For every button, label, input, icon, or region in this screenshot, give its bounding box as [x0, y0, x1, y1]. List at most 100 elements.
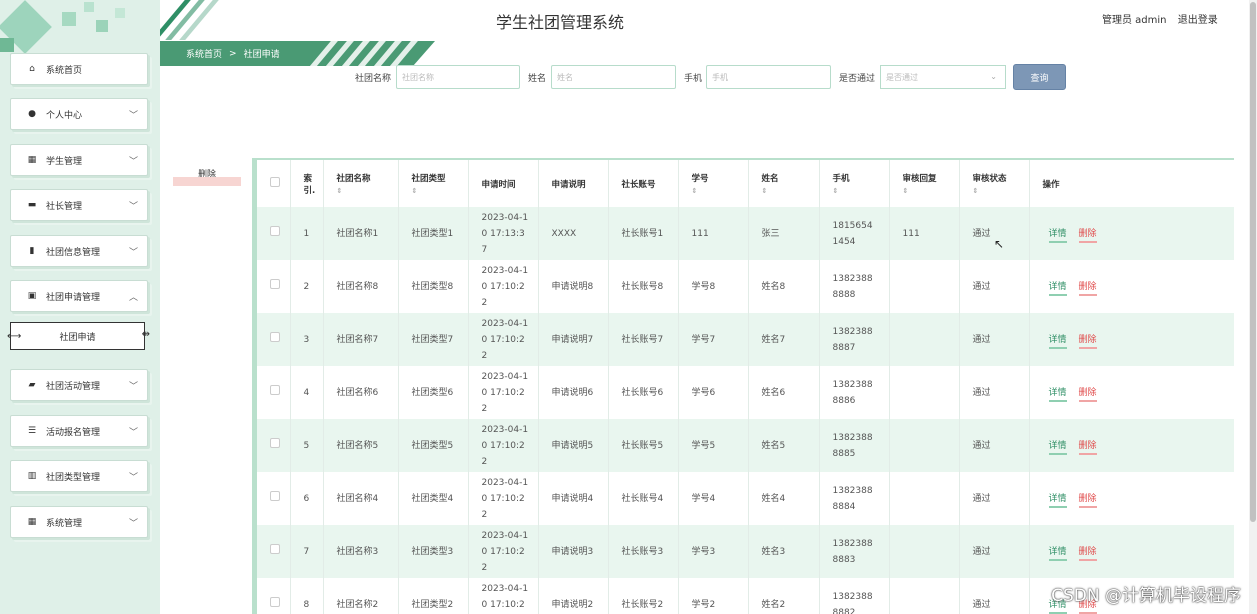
delete-link[interactable]: 删除 [1078, 334, 1097, 349]
breadcrumb-home[interactable]: 系统首页 [186, 47, 222, 60]
sort-icon[interactable]: ⇕ [692, 187, 748, 195]
sidebar-item-7[interactable]: ▰ 社团活动管理 ﹀ [10, 369, 148, 401]
clipboard-icon: ▣ [27, 291, 37, 301]
checkbox[interactable] [270, 331, 280, 342]
delete-link[interactable]: 删除 [1078, 281, 1097, 296]
chart-icon: ▥ [27, 471, 37, 481]
row-select[interactable] [257, 472, 291, 525]
cell-club-type: 社团类型5 [398, 419, 469, 472]
cell-actions: 详情 删除 [1029, 207, 1234, 260]
column-header[interactable]: 姓名 ⇕ [748, 160, 820, 207]
chevron-down-icon: ﹀ [128, 157, 138, 167]
cell-desc: 申请说明2 [538, 578, 609, 614]
column-header: 申请时间 [468, 160, 539, 207]
batch-delete-button[interactable]: 删除 [173, 164, 241, 186]
club-name-input[interactable] [396, 65, 520, 89]
cell-time: 2023-04-10 17:10:22 [468, 419, 539, 472]
cell-reply [889, 578, 960, 614]
sidebar-item-9[interactable]: ▥ 社团类型管理 ﹀ [10, 460, 148, 492]
query-button[interactable]: 查询 [1013, 64, 1066, 90]
scrollbar[interactable] [1249, 0, 1257, 614]
cell-club-name: 社团名称6 [323, 366, 399, 419]
cell-desc: XXXX [538, 207, 609, 260]
row-select[interactable] [257, 366, 291, 419]
scrollbar-thumb[interactable] [1250, 2, 1256, 522]
sort-icon[interactable]: ⇕ [833, 187, 889, 195]
checkbox[interactable] [270, 543, 280, 554]
column-header[interactable]: 社团类型 ⇕ [398, 160, 469, 207]
row-select[interactable] [257, 525, 291, 578]
checkbox[interactable] [270, 225, 280, 236]
sidebar-item-label: 个人中心 [46, 110, 83, 121]
sidebar-item-5[interactable]: ▮ 社团信息管理 ﹀ [10, 235, 148, 267]
sidebar-item-1[interactable]: ⌂ 系统首页 [10, 53, 148, 85]
sort-icon[interactable]: ⇕ [903, 187, 959, 195]
delete-link[interactable]: 删除 [1078, 546, 1097, 561]
sidebar-item-10[interactable]: ▦ 系统管理 ﹀ [10, 506, 148, 538]
row-select[interactable] [257, 419, 291, 472]
sort-icon[interactable]: ⇕ [762, 187, 819, 195]
sort-icon[interactable]: ⇕ [412, 187, 468, 195]
cell-index: 4 [290, 366, 324, 419]
checkbox[interactable] [270, 437, 280, 448]
column-header[interactable]: 审核回复 ⇕ [889, 160, 960, 207]
delete-link[interactable]: 删除 [1078, 387, 1097, 402]
cell-index: 8 [290, 578, 324, 614]
sidebar-item-3[interactable]: ▦ 学生管理 ﹀ [10, 144, 148, 176]
sort-icon[interactable]: ⇕ [337, 187, 398, 195]
approved-select[interactable]: 是否通过 ⌄ [880, 65, 1006, 89]
cell-student-no: 学号4 [678, 472, 749, 525]
breadcrumb-separator: > [229, 48, 237, 59]
checkbox[interactable] [270, 490, 280, 501]
row-select[interactable] [257, 260, 291, 313]
sidebar-item-4[interactable]: ▬ 社长管理 ﹀ [10, 189, 148, 221]
delete-link[interactable]: 删除 [1078, 228, 1097, 243]
checkbox[interactable] [270, 177, 280, 187]
row-select[interactable] [257, 578, 291, 614]
logout-link[interactable]: 退出登录 [1178, 15, 1218, 26]
sort-icon[interactable]: ⇕ [973, 187, 1029, 195]
column-header[interactable]: 学号 ⇕ [678, 160, 749, 207]
cell-status: 通过 [959, 525, 1030, 578]
header-select-all[interactable] [257, 160, 291, 207]
user-label: 管理员 admin [1102, 15, 1167, 26]
column-header-label: 申请时间 [481, 179, 516, 190]
row-select[interactable] [257, 207, 291, 260]
table-row: 5 社团名称5 社团类型5 2023-04-10 17:10:22 申请说明5 社长账号5… [257, 419, 1234, 472]
checkbox[interactable] [270, 596, 280, 607]
cell-desc: 申请说明6 [538, 366, 609, 419]
cell-name: 姓名6 [748, 366, 820, 419]
grid-icon: ▦ [27, 155, 37, 165]
sidebar-item-2[interactable]: ● 个人中心 ﹀ [10, 98, 148, 130]
column-header[interactable]: 社团名称 ⇕ [323, 160, 399, 207]
sidebar-item-8[interactable]: ☰ 活动报名管理 ﹀ [10, 415, 148, 447]
detail-link[interactable]: 详情 [1048, 334, 1067, 349]
cell-desc: 申请说明8 [538, 260, 609, 313]
submenu-item-club-application[interactable]: ⟷ 社团申请 ⇹ [7, 322, 150, 350]
detail-link[interactable]: 详情 [1048, 387, 1067, 402]
row-select[interactable] [257, 313, 291, 366]
chevron-down-icon: ﹀ [128, 428, 138, 438]
column-header[interactable]: 审核状态 ⇕ [959, 160, 1030, 207]
cell-status: 通过 [959, 472, 1030, 525]
detail-link[interactable]: 详情 [1048, 281, 1067, 296]
sidebar-item-6[interactable]: ▣ 社团申请管理 ︿ [10, 280, 148, 312]
detail-link[interactable]: 详情 [1048, 228, 1067, 243]
checkbox[interactable] [270, 278, 280, 289]
checkbox[interactable] [270, 384, 280, 395]
cell-phone: 13823888884 [819, 472, 890, 525]
delete-link[interactable]: 删除 [1078, 493, 1097, 508]
cell-club-type: 社团类型7 [398, 313, 469, 366]
data-table: 索 引. 社团名称 ⇕ 社团类型 ⇕ 申请时间 申请说明 社长账号 学号 ⇕ 姓名 ⇕ 手机 ⇕ 审核回复 ⇕… [252, 158, 1234, 614]
delete-link[interactable]: 删除 [1078, 440, 1097, 455]
name-input[interactable] [551, 65, 676, 89]
approved-select-placeholder: 是否通过 [886, 73, 918, 82]
detail-link[interactable]: 详情 [1048, 546, 1067, 561]
phone-label: 手机 [684, 74, 703, 84]
detail-link[interactable]: 详情 [1048, 440, 1067, 455]
column-header[interactable]: 手机 ⇕ [819, 160, 890, 207]
decoration-square [62, 12, 76, 26]
batch-delete-bar [173, 177, 241, 186]
detail-link[interactable]: 详情 [1048, 493, 1067, 508]
phone-input[interactable] [706, 65, 831, 89]
